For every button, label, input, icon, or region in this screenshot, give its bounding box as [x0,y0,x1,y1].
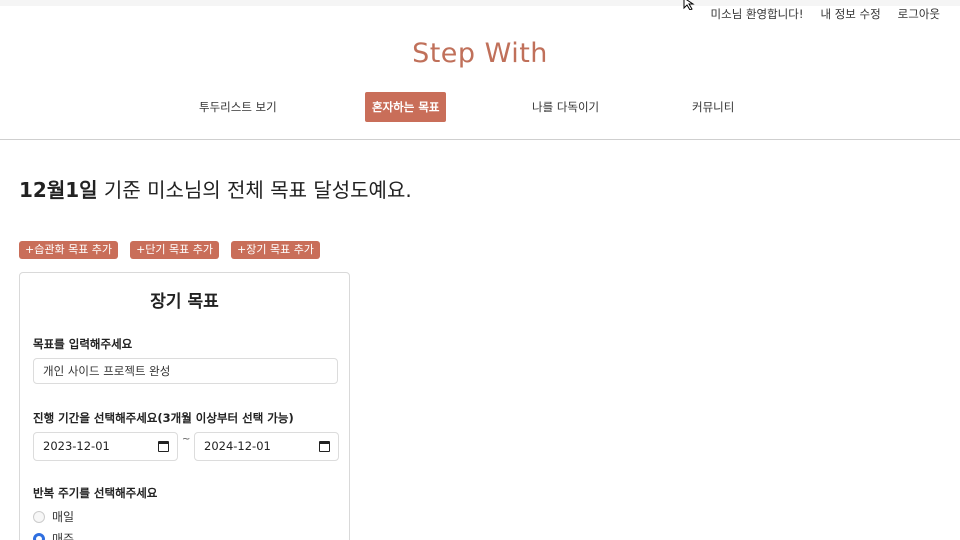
user-menu: 미소님 환영합니다! 내 정보 수정 로그아웃 [711,6,940,22]
form-title: 장기 목표 [150,292,219,312]
headline-date: 12월1일 [19,178,98,202]
logout-link[interactable]: 로그아웃 [898,6,940,22]
long-term-goal-form: 장기 목표 목표를 입력해주세요 개인 사이드 프로젝트 완성 진행 기간을 선… [19,272,350,540]
nav-item-community[interactable]: 커뮤니티 [692,92,734,122]
edit-profile-link[interactable]: 내 정보 수정 [820,6,880,22]
brand-logo[interactable]: Step With [0,38,960,69]
add-long-term-goal-button[interactable]: +장기 목표 추가 [231,241,320,259]
radio-daily[interactable] [33,510,45,523]
repeat-option-label: 매주 [52,532,75,540]
end-date-value: 2024-12-01 [204,439,271,453]
welcome-text: 미소님 환영합니다! [710,7,804,21]
start-date-input[interactable]: 2023-12-01 [33,432,178,461]
goal-label: 목표를 입력해주세요 [33,337,133,351]
goal-input[interactable]: 개인 사이드 프로젝트 완성 [33,358,338,384]
mouse-cursor-icon [683,0,695,10]
calendar-icon[interactable] [319,441,330,452]
nav-item-todolist[interactable]: 투두리스트 보기 [199,92,277,122]
repeat-label: 반복 주기를 선택해주세요 [33,486,158,500]
add-goal-buttons: +습관화 목표 추가 +단기 목표 추가 +장기 목표 추가 [19,241,320,259]
radio-weekly[interactable] [33,532,45,540]
end-date-input[interactable]: 2024-12-01 [194,432,339,461]
header-divider [0,139,960,140]
main-nav: 투두리스트 보기 혼자하는 목표 나를 다독이기 커뮤니티 [0,92,960,122]
start-date-value: 2023-12-01 [43,439,110,453]
add-habit-goal-button[interactable]: +습관화 목표 추가 [19,241,119,259]
repeat-option-label: 매일 [52,510,75,524]
add-short-term-goal-button[interactable]: +단기 목표 추가 [130,241,219,259]
headline-text: 기준 미소님의 전체 목표 달성도예요. [97,178,412,202]
period-label: 진행 기간을 선택해주세요(3개월 이상부터 선택 가능) [33,411,294,425]
nav-item-self-care[interactable]: 나를 다독이기 [532,92,599,122]
page-title: 12월1일 기준 미소님의 전체 목표 달성도예요. [19,174,412,203]
nav-item-solo-goals[interactable]: 혼자하는 목표 [365,92,447,122]
repeat-option-weekly[interactable]: 매주 [33,530,74,540]
repeat-option-daily[interactable]: 매일 [33,508,74,525]
calendar-icon[interactable] [158,441,169,452]
date-separator: ~ [182,434,191,445]
